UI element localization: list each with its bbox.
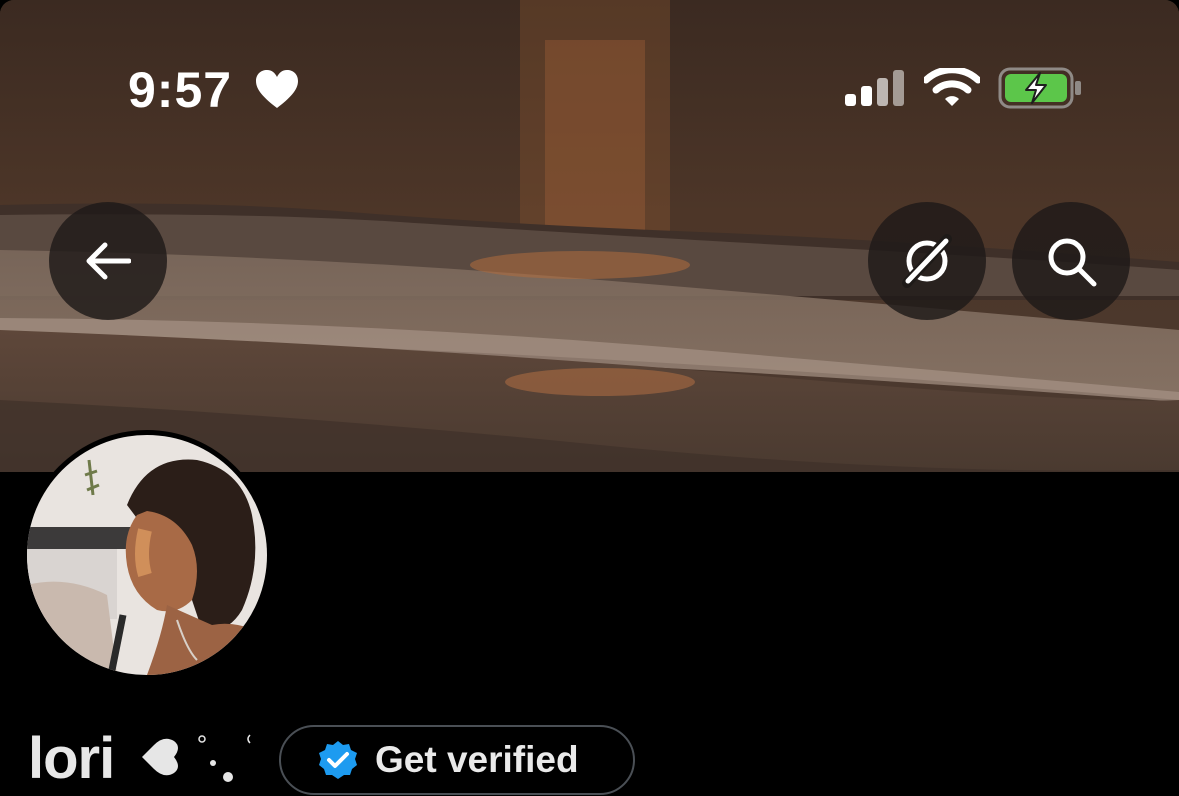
avatar-photo <box>27 435 267 675</box>
search-icon <box>1048 238 1097 287</box>
avatar[interactable] <box>22 430 272 680</box>
display-name: lori <box>28 726 115 791</box>
status-time: 9:57 <box>128 62 233 118</box>
get-verified-button[interactable]: Get verified <box>279 725 635 795</box>
back-arrow-icon <box>86 242 131 280</box>
profile-banner[interactable]: 9:57 <box>0 0 1179 472</box>
back-button[interactable] <box>49 202 167 320</box>
no-network-icon <box>902 234 952 288</box>
signal-icon <box>845 70 904 106</box>
heart-icon <box>256 70 298 108</box>
wifi-icon <box>924 68 980 106</box>
heart-sparkle-emoji <box>142 734 251 782</box>
battery-charging-icon <box>998 67 1081 109</box>
no-network-button[interactable] <box>868 202 986 320</box>
search-button[interactable] <box>1012 202 1130 320</box>
verified-badge-icon <box>319 741 357 779</box>
get-verified-label: Get verified <box>375 739 579 780</box>
